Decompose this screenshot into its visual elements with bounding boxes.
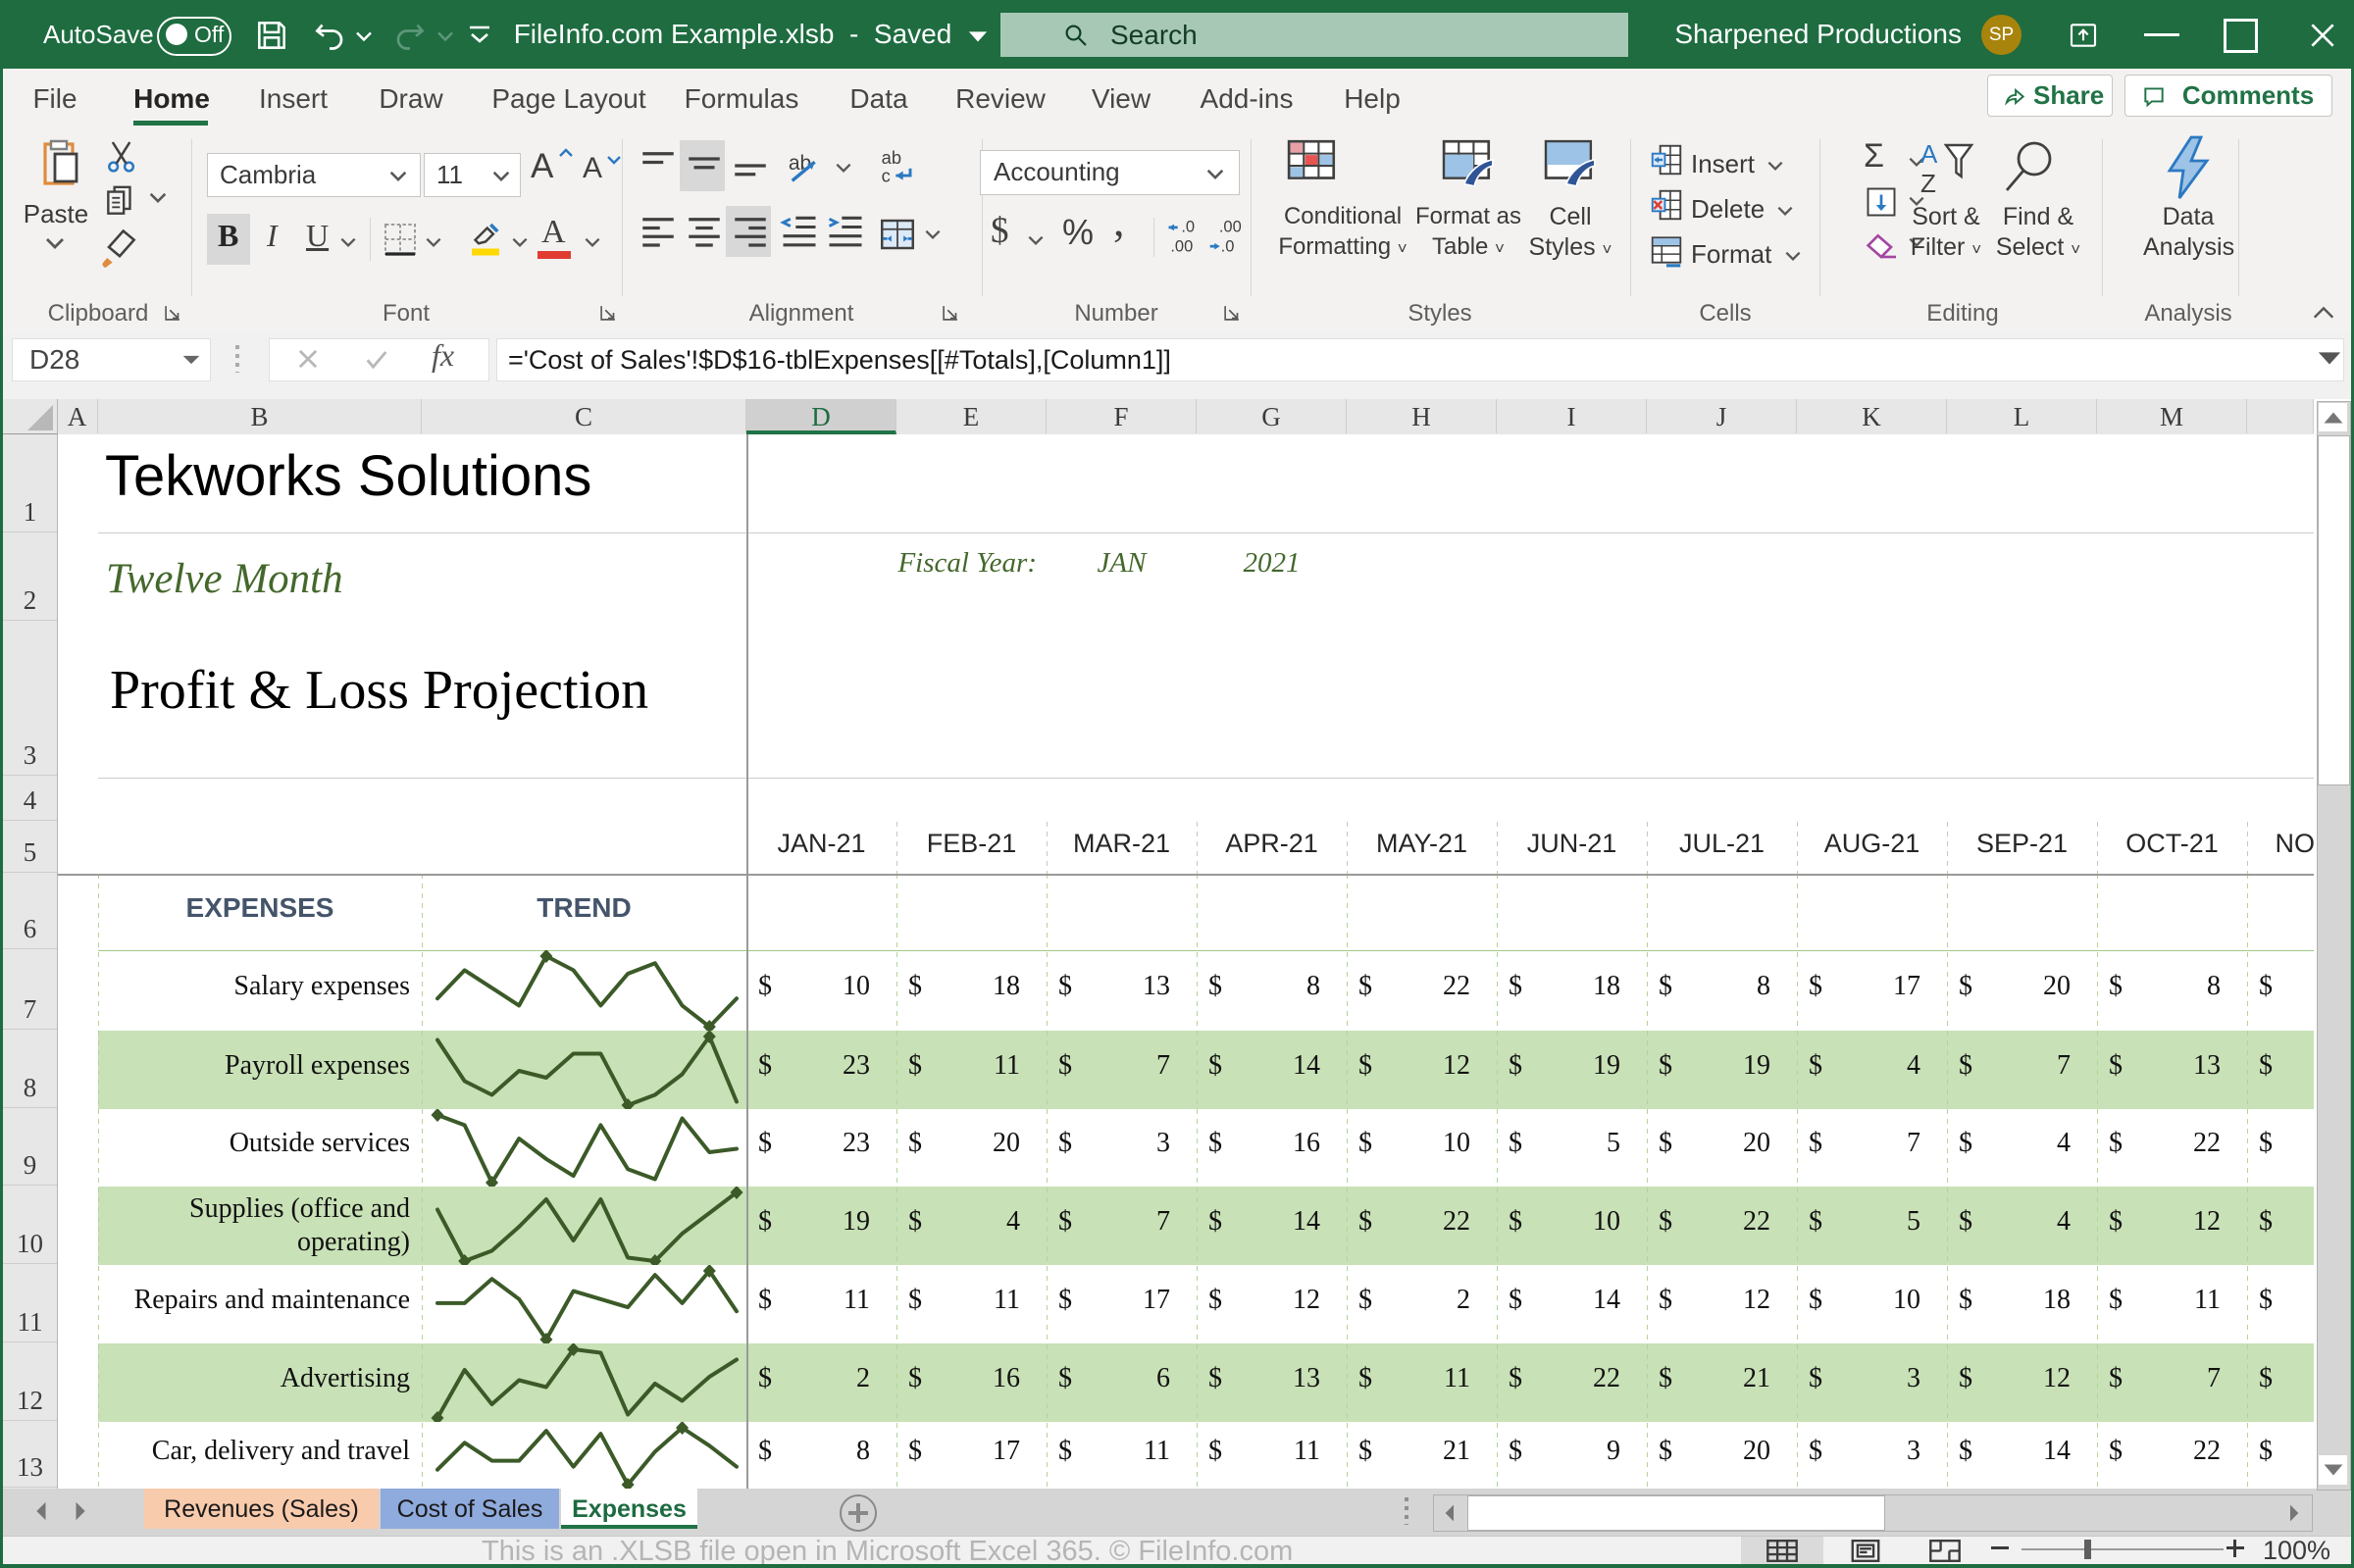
svg-text:A: A — [1920, 139, 1938, 169]
svg-text:ab: ab — [789, 152, 811, 175]
svg-text:.00: .00 — [1170, 238, 1193, 256]
svg-text:.00: .00 — [1219, 219, 1242, 236]
svg-text:.0: .0 — [1221, 238, 1235, 256]
svg-text:.0: .0 — [1181, 219, 1195, 236]
svg-text:c: c — [882, 166, 891, 186]
svg-text:Z: Z — [1920, 169, 1936, 198]
